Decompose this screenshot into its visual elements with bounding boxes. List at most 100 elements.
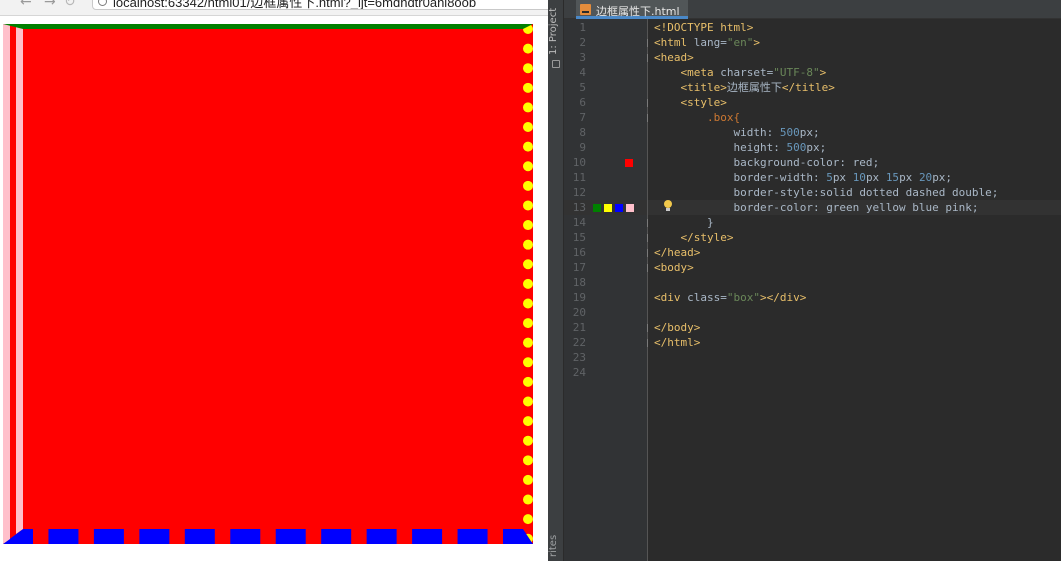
code-text: <meta charset="UTF-8"> xyxy=(654,66,827,79)
gutter-line: 21 xyxy=(564,320,655,335)
line-number: 19 xyxy=(572,291,586,304)
color-swatch-blue[interactable] xyxy=(615,204,623,212)
code-text: height: 500px; xyxy=(654,141,827,154)
line-number: 9 xyxy=(579,141,586,154)
line-number: 18 xyxy=(572,276,586,289)
code-text: <div class="box"></div> xyxy=(654,291,807,304)
code-line[interactable]: border-color: green yellow blue pink; xyxy=(648,200,1061,215)
code-line[interactable]: } xyxy=(648,215,1061,230)
bordered-box xyxy=(3,24,533,544)
code-text: <title>边框属性下</title> xyxy=(654,81,835,94)
line-number-gutter: 1 2 3 4 5 6 7 8 9 10 11 12 13 14 15 16 17 18 19 20 21 22 23 24 xyxy=(564,19,655,561)
code-editor-window: 1: Project rites 边框属性下.html 1 2 3 4 5 6 7 8 9 10 1… xyxy=(548,0,1061,561)
forward-icon[interactable]: → xyxy=(44,0,56,10)
gutter-line: 8 xyxy=(564,125,647,140)
line-number: 4 xyxy=(579,66,586,79)
line-number: 11 xyxy=(572,171,586,184)
code-text: </html> xyxy=(654,336,701,349)
code-text: border-width: 5px 10px 15px 20px; xyxy=(654,171,953,184)
gutter-line: 12 xyxy=(564,185,647,200)
line-number: 6 xyxy=(579,96,586,109)
code-area[interactable]: <!DOCTYPE html> <html lang="en"> <head> <m… xyxy=(648,19,1061,561)
line-number: 21 xyxy=(572,321,586,334)
gutter-line: 24 xyxy=(564,365,647,380)
line-number: 12 xyxy=(572,186,586,199)
code-line[interactable]: <head> xyxy=(648,50,1061,65)
code-line[interactable] xyxy=(648,305,1061,320)
code-line[interactable]: border-style:solid dotted dashed double; xyxy=(648,185,1061,200)
lightbulb-icon[interactable] xyxy=(663,200,673,213)
gutter-line: 22 xyxy=(564,335,655,350)
code-text: } xyxy=(654,216,714,229)
code-line[interactable]: width: 500px; xyxy=(648,125,1061,140)
code-text: </head> xyxy=(654,246,701,259)
tool-window-strip: 1: Project rites xyxy=(548,0,564,561)
favorites-tool-button[interactable]: rites xyxy=(548,530,564,561)
code-line[interactable]: <!DOCTYPE html> xyxy=(648,20,1061,35)
color-swatch-green[interactable] xyxy=(593,204,601,212)
color-swatch-red[interactable] xyxy=(625,159,633,167)
code-line[interactable]: height: 500px; xyxy=(648,140,1061,155)
gutter-line: 20 xyxy=(564,305,647,320)
gutter-line: 14 xyxy=(564,215,655,230)
code-text: <body> xyxy=(654,261,694,274)
code-text: <html lang="en"> xyxy=(654,36,760,49)
line-number: 24 xyxy=(572,366,586,379)
back-icon[interactable]: ← xyxy=(20,0,32,10)
address-bar[interactable]: localhost:63342/html01/边框属性下.html?_ijt=6… xyxy=(92,0,548,10)
html-file-icon xyxy=(580,4,591,15)
line-number: 10 xyxy=(572,156,586,169)
line-number: 14 xyxy=(572,216,586,229)
editor-tabbar: 边框属性下.html xyxy=(564,0,1061,19)
code-line[interactable]: <title>边框属性下</title> xyxy=(648,80,1061,95)
gutter-line: 10 xyxy=(564,155,647,170)
line-number: 3 xyxy=(579,51,586,64)
code-line[interactable]: <body> xyxy=(648,260,1061,275)
code-line[interactable]: </html> xyxy=(648,335,1061,350)
code-line[interactable] xyxy=(648,350,1061,365)
color-swatch-pink[interactable] xyxy=(626,204,634,212)
code-text: width: 500px; xyxy=(654,126,820,139)
browser-toolbar: ← → ↻ localhost:63342/html01/边框属性下.html?… xyxy=(0,0,548,16)
code-line[interactable]: border-width: 5px 10px 15px 20px; xyxy=(648,170,1061,185)
gutter-line: 18 xyxy=(564,275,647,290)
code-line[interactable] xyxy=(648,275,1061,290)
code-line[interactable]: </head> xyxy=(648,245,1061,260)
line-number: 20 xyxy=(572,306,586,319)
code-text: <head> xyxy=(654,51,694,64)
gutter-line: 17 xyxy=(564,260,655,275)
code-line[interactable]: .box{ xyxy=(648,110,1061,125)
color-swatch-yellow[interactable] xyxy=(604,204,612,212)
gutter-line: 3 xyxy=(564,50,655,65)
line-number: 23 xyxy=(572,351,586,364)
reload-icon[interactable]: ↻ xyxy=(64,0,76,10)
code-line[interactable]: <html lang="en"> xyxy=(648,35,1061,50)
gutter-line: 6 xyxy=(564,95,655,110)
code-text: border-color: green yellow blue pink; xyxy=(654,201,979,214)
tab-file[interactable]: 边框属性下.html xyxy=(576,0,688,19)
code-line[interactable]: background-color: red; xyxy=(648,155,1061,170)
code-line[interactable]: <meta charset="UTF-8"> xyxy=(648,65,1061,80)
line-number: 16 xyxy=(572,246,586,259)
line-number: 2 xyxy=(579,36,586,49)
code-text: background-color: red; xyxy=(654,156,880,169)
code-text: border-style:solid dotted dashed double; xyxy=(654,186,999,199)
code-line[interactable]: </style> xyxy=(648,230,1061,245)
gutter-line: 9 xyxy=(564,140,647,155)
code-text: <!DOCTYPE html> xyxy=(654,21,754,34)
code-text: <style> xyxy=(654,96,727,109)
code-line[interactable]: <div class="box"></div> xyxy=(648,290,1061,305)
line-number: 13 xyxy=(572,201,586,214)
project-tool-button[interactable]: 1: Project xyxy=(548,6,564,56)
page-viewport xyxy=(0,16,548,561)
line-number: 7 xyxy=(579,111,586,124)
gutter-line: 15 xyxy=(564,230,655,245)
line-number: 8 xyxy=(579,126,586,139)
code-line[interactable]: <style> xyxy=(648,95,1061,110)
gutter-line: 7 xyxy=(564,110,655,125)
info-icon[interactable] xyxy=(98,0,107,6)
structure-icon[interactable] xyxy=(552,60,560,68)
line-number: 17 xyxy=(572,261,586,274)
code-line[interactable] xyxy=(648,365,1061,380)
code-line[interactable]: </body> xyxy=(648,320,1061,335)
